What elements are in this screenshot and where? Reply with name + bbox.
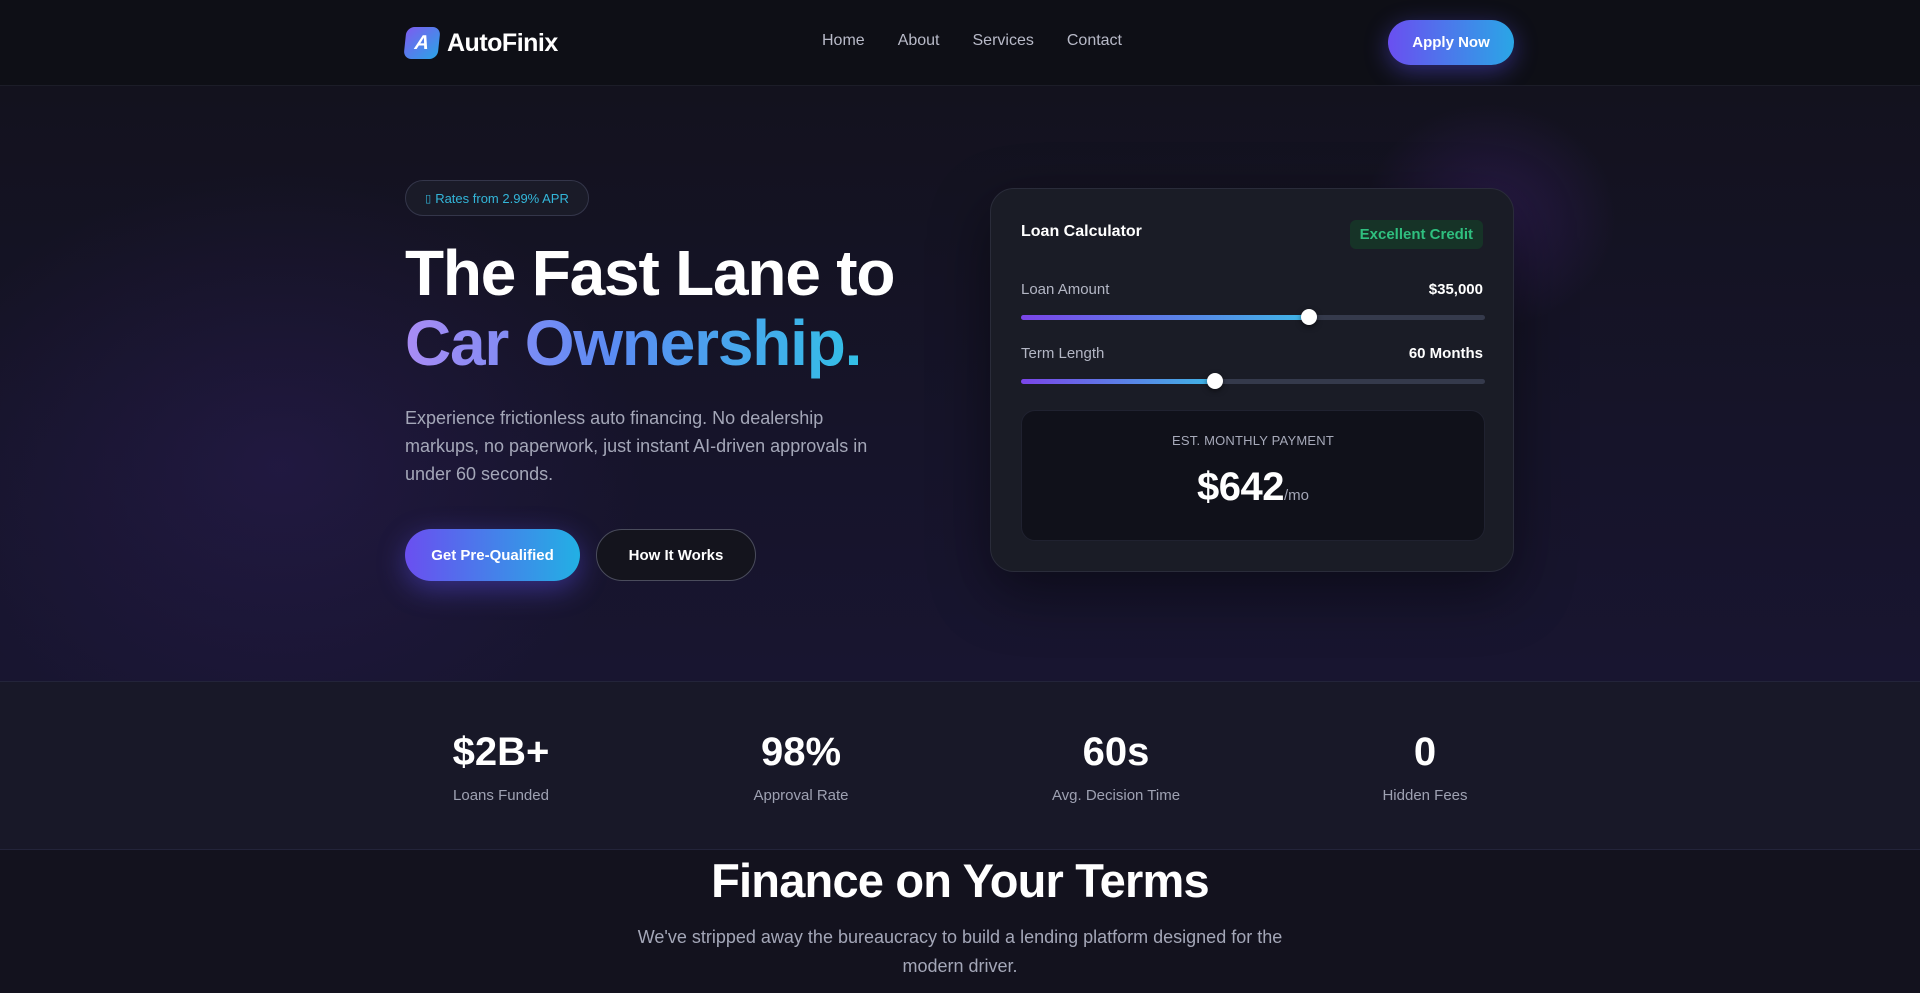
term-length-slider-fill <box>1021 379 1215 384</box>
stat-item: 98% Approval Rate <box>701 730 901 804</box>
loan-calculator-card: Loan Calculator Excellent Credit Loan Am… <box>990 188 1514 572</box>
page: A AutoFinix Home About Services Contact … <box>0 0 1920 993</box>
rate-pill: ▯ Rates from 2.99% APR <box>405 180 589 216</box>
stat-label: Avg. Decision Time <box>1051 787 1181 804</box>
stat-label: Hidden Fees <box>1382 787 1468 804</box>
logo-text: AutoFinix <box>447 28 558 57</box>
stat-label: Approval Rate <box>753 787 849 804</box>
get-prequalified-button[interactable]: Get Pre-Qualified <box>405 529 580 581</box>
monthly-payment-label: EST. MONTHLY PAYMENT <box>1172 433 1334 448</box>
monthly-payment-unit: /mo <box>1283 487 1309 504</box>
loan-amount-label: Loan Amount <box>1021 281 1110 298</box>
nav-link-about[interactable]: About <box>898 32 940 50</box>
nav-links: Home About Services Contact <box>822 32 1122 50</box>
monthly-payment-value: $642 <box>1197 465 1284 509</box>
stats-section: $2B+ Loans Funded 98% Approval Rate 60s … <box>0 681 1920 850</box>
navbar: A AutoFinix Home About Services Contact … <box>0 0 1920 86</box>
credit-badge: Excellent Credit <box>1349 220 1483 249</box>
hero-title-line1: The Fast Lane to <box>405 237 896 309</box>
stat-value: 98% <box>760 730 842 774</box>
stat-item: 0 Hidden Fees <box>1325 730 1525 804</box>
hero-title: The Fast Lane to Car Ownership. <box>405 238 965 378</box>
logo[interactable]: A AutoFinix <box>403 26 558 60</box>
stat-value: 0 <box>1413 730 1437 774</box>
loan-amount-value: $35,000 <box>1428 281 1483 298</box>
monthly-payment-amount: $642/mo <box>1022 465 1484 510</box>
finance-title: Finance on Your Terms <box>711 854 1210 907</box>
stat-item: $2B+ Loans Funded <box>401 730 601 804</box>
hero-subtitle: Experience frictionless auto financing. … <box>405 408 868 484</box>
spark-icon: ▯ <box>425 192 432 205</box>
stat-value: 60s <box>1082 730 1150 774</box>
monthly-payment-box: EST. MONTHLY PAYMENT $642/mo <box>1021 410 1485 541</box>
how-it-works-button[interactable]: How It Works <box>596 529 756 581</box>
stat-label: Loans Funded <box>453 787 549 804</box>
term-length-value: 60 Months <box>1408 345 1483 362</box>
nav-link-services[interactable]: Services <box>973 32 1034 50</box>
term-length-slider-thumb[interactable] <box>1206 373 1223 389</box>
nav-link-contact[interactable]: Contact <box>1067 32 1122 50</box>
term-length-slider[interactable] <box>1021 373 1485 389</box>
apply-now-button[interactable]: Apply Now <box>1388 20 1514 65</box>
rate-pill-text: Rates from 2.99% APR <box>435 190 569 206</box>
hero-title-line2: Car Ownership. <box>405 307 862 379</box>
loan-amount-slider-thumb[interactable] <box>1300 309 1317 325</box>
finance-section: Finance on Your Terms We've stripped awa… <box>0 850 1920 993</box>
nav-link-home[interactable]: Home <box>822 32 865 50</box>
loan-amount-slider[interactable] <box>1021 309 1485 325</box>
hero-section: ▯ Rates from 2.99% APR The Fast Lane to … <box>0 86 1920 681</box>
calculator-title: Loan Calculator <box>1021 223 1142 240</box>
stat-item: 60s Avg. Decision Time <box>1016 730 1216 804</box>
finance-subtitle: We've stripped away the bureaucracy to b… <box>637 927 1283 976</box>
term-length-label: Term Length <box>1021 345 1105 362</box>
stat-value: $2B+ <box>452 730 550 774</box>
loan-amount-slider-fill <box>1021 315 1309 320</box>
logo-icon: A <box>403 27 441 59</box>
